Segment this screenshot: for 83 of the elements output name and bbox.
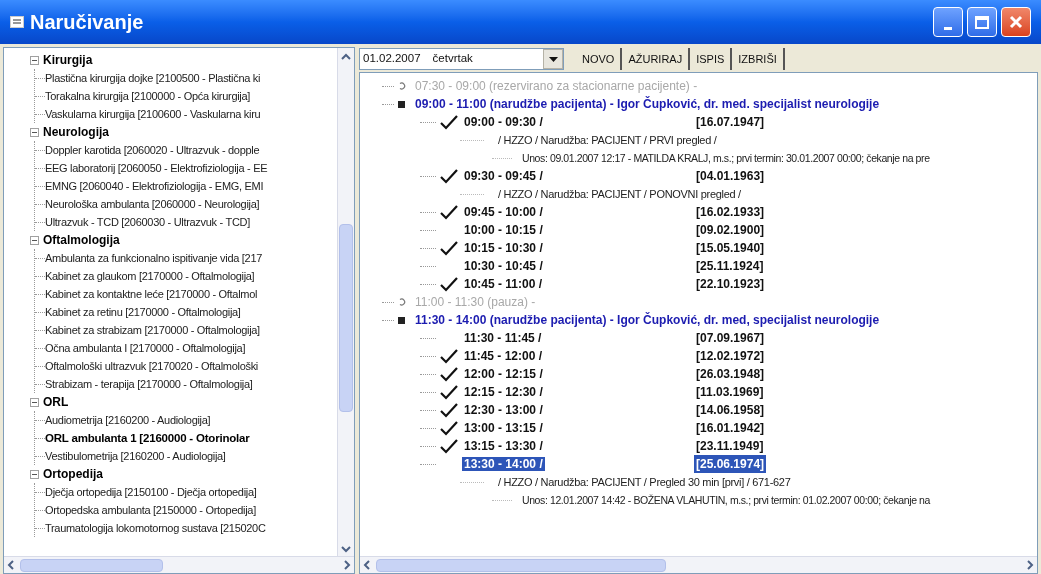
birth-date: [15.05.1940] xyxy=(695,240,766,257)
birth-date: [07.09.1967] xyxy=(695,330,766,347)
clinic-item[interactable]: Kabinet za retinu [2170000 - Oftalmologija] xyxy=(45,303,241,321)
birth-date: [04.01.1963] xyxy=(695,168,766,185)
clinic-item[interactable]: Ambulanta za funkcionalno ispitivanje vida [217 xyxy=(45,249,263,267)
collapse-icon[interactable] xyxy=(30,397,39,407)
close-icon xyxy=(1008,14,1024,30)
birth-date: [16.01.1942] xyxy=(695,420,766,437)
clinic-item[interactable]: Ortopedska ambulanta [2150000 - Ortopedija] xyxy=(45,501,256,519)
maximize-button[interactable] xyxy=(967,7,997,37)
appointment-time[interactable]: 09:30 - 09:45 / xyxy=(462,169,545,183)
birth-date: [25.06.1974] xyxy=(694,455,767,473)
clinic-item[interactable]: Traumatologija lokomotornog sustava [215020C xyxy=(45,519,266,537)
vertical-scrollbar[interactable] xyxy=(337,48,354,556)
clinic-item[interactable]: Ultrazvuk - TCD [2060030 - Ultrazvuk - TCD] xyxy=(45,213,250,231)
clinic-item[interactable]: Kabinet za strabizam [2170000 - Oftalmologija] xyxy=(45,321,260,339)
appointment-time[interactable]: 12:00 - 12:15 / xyxy=(462,367,545,381)
clinic-item[interactable]: Strabizam - terapija [2170000 - Oftalmologija] xyxy=(45,375,253,393)
time-slot-label[interactable]: 11:30 - 14:00 (narudžbe pacijenta) - Igor Čupković, dr. med, specijalist neurologije xyxy=(415,311,880,329)
appointment-time[interactable]: 12:30 - 13:00 / xyxy=(462,403,545,417)
clinic-item[interactable]: Oftalmološki ultrazvuk [2170020 - Oftalmološki xyxy=(45,357,259,375)
clinic-item[interactable]: ORL ambulanta 1 [2160000 - Otorinolar xyxy=(45,429,250,447)
birth-date: [12.02.1972] xyxy=(695,348,766,365)
birth-date: [14.06.1958] xyxy=(695,402,766,419)
birth-date: [16.02.1933] xyxy=(695,204,766,221)
department-label[interactable]: Oftalmologija xyxy=(43,231,120,249)
clinic-item[interactable]: Kabinet za glaukom [2170000 - Oftalmologija] xyxy=(45,267,255,285)
clinic-item[interactable]: Vestibulometrija [2160200 - Audiologija] xyxy=(45,447,226,465)
clinic-item[interactable]: Vaskularna kirurgija [2100600 - Vaskularna kiru xyxy=(45,105,261,123)
appointment-details: / HZZO / Narudžba: PACIJENT / PONOVNI pregled / xyxy=(498,187,741,202)
minimize-button[interactable] xyxy=(933,7,963,37)
birth-date: [11.03.1969] xyxy=(695,384,765,401)
appointment-details: / HZZO / Narudžba: PACIJENT / Pregled 30 min [prvi] / 671-627 xyxy=(498,475,791,490)
birth-date: [22.10.1923] xyxy=(695,276,766,293)
birth-date: [25.11.1924] xyxy=(695,258,765,275)
clinic-item[interactable]: Dječja ortopedija [2150100 - Dječja ortopedija] xyxy=(45,483,257,501)
department-label[interactable]: Kirurgija xyxy=(43,51,93,69)
collapse-icon[interactable] xyxy=(30,469,39,479)
horizontal-scrollbar[interactable] xyxy=(4,556,354,573)
department-label[interactable]: Ortopedija xyxy=(43,465,103,483)
date-value: 01.02.2007 xyxy=(363,51,421,67)
collapse-icon[interactable] xyxy=(30,235,39,245)
appointment-details: / HZZO / Narudžba: PACIJENT / PRVI pregled / xyxy=(498,133,717,148)
birth-date: [16.07.1947] xyxy=(695,114,766,131)
square-icon xyxy=(398,100,405,108)
appointment-time[interactable]: 10:45 - 11:00 / xyxy=(462,277,545,291)
appointment-time[interactable]: 09:00 - 09:30 / xyxy=(462,115,545,129)
appointment-time[interactable]: 11:45 - 12:00 / xyxy=(462,349,545,363)
appointment-time[interactable]: 13:30 - 14:00 / xyxy=(462,457,545,471)
app-icon xyxy=(10,16,24,28)
clinic-item[interactable]: Audiometrija [2160200 - Audiologija] xyxy=(45,411,211,429)
entry-note: Unos: 09.01.2007 12:17 - MATILDA KRALJ, m.s.; prvi termin: 30.01.2007 00:00; čekanje na pre xyxy=(522,151,930,166)
horizontal-scrollbar[interactable] xyxy=(360,556,1037,573)
department-label[interactable]: Neurologija xyxy=(43,123,109,141)
appointment-time[interactable]: 11:30 - 11:45 / xyxy=(462,331,544,345)
appointment-time[interactable]: 10:30 - 10:45 / xyxy=(462,259,545,273)
clinic-item[interactable]: Plastična kirurgija dojke [2100500 - Plastična ki xyxy=(45,69,261,87)
birth-date: [26.03.1948] xyxy=(695,366,766,383)
weekday-value: četvrtak xyxy=(432,51,474,67)
department-label[interactable]: ORL xyxy=(43,393,69,411)
appointment-time[interactable]: 12:15 - 12:30 / xyxy=(462,385,545,399)
time-slot-label[interactable]: 09:00 - 11:00 (narudžbe pacijenta) - Igor Čupković, dr. med. specijalist neurologije xyxy=(415,95,880,113)
entry-note: Unos: 12.01.2007 14:42 - BOŽENA VLAHUTIN, m.s.; prvi termin: 01.02.2007 00:00; čekanje na xyxy=(522,493,930,508)
birth-date: [09.02.1900] xyxy=(695,222,766,239)
appointment-time[interactable]: 10:00 - 10:15 / xyxy=(462,223,545,237)
clinic-item[interactable]: Torakalna kirurgija [2100000 - Opća kirurgija] xyxy=(45,87,251,105)
window-title: Naručivanje xyxy=(30,10,145,35)
square-icon xyxy=(398,316,405,324)
close-button[interactable] xyxy=(1001,7,1031,37)
collapse-icon[interactable] xyxy=(30,55,39,65)
clinic-item[interactable]: Očna ambulanta I [2170000 - Oftalmologija] xyxy=(45,339,246,357)
appointment-time[interactable]: 10:15 - 10:30 / xyxy=(462,241,545,255)
clinic-item[interactable]: Kabinet za kontaktne leće [2170000 - Oftalmol xyxy=(45,285,258,303)
clinic-item[interactable]: EEG laboratorij [2060050 - Elektrofiziologija - EE xyxy=(45,159,268,177)
appointment-time[interactable]: 09:45 - 10:00 / xyxy=(462,205,545,219)
appointment-time[interactable]: 13:15 - 13:30 / xyxy=(462,439,545,453)
date-dropdown[interactable]: 01.02.2007 četvrtak xyxy=(359,48,564,70)
appointment-time[interactable]: 13:00 - 13:15 / xyxy=(462,421,545,435)
clinic-item[interactable]: EMNG [2060040 - Elektrofiziologija - EMG, EMI xyxy=(45,177,264,195)
clinic-item[interactable]: Neurološka ambulanta [2060000 - Neurologija] xyxy=(45,195,260,213)
collapse-icon[interactable] xyxy=(30,127,39,137)
clinic-item[interactable]: Doppler karotida [2060020 - Ultrazvuk - dopple xyxy=(45,141,260,159)
birth-date: [23.11.1949] xyxy=(695,438,765,455)
